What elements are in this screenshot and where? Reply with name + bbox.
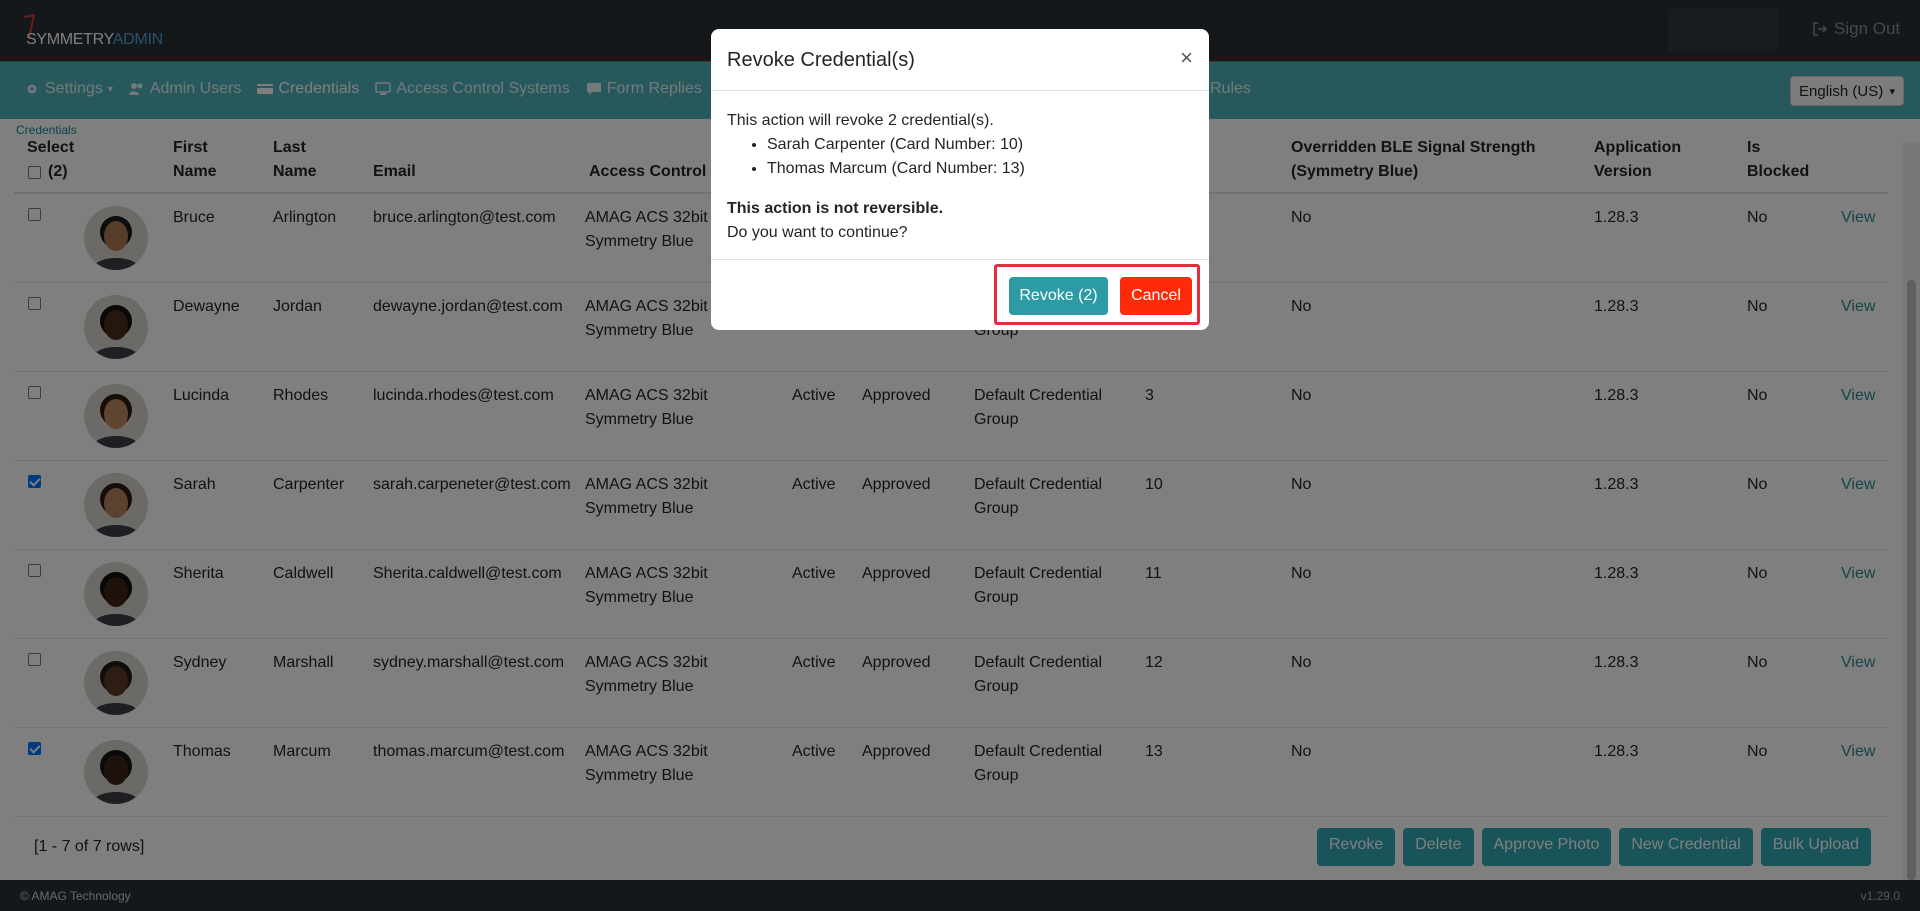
- modal-intro: This action will revoke 2 credential(s).: [727, 112, 994, 129]
- confirm-revoke-button[interactable]: Revoke (2): [1009, 277, 1108, 315]
- revoke-list-item: Thomas Marcum (Card Number: 13): [767, 157, 1187, 181]
- modal-footer: Revoke (2) Cancel: [711, 259, 1209, 330]
- cancel-button[interactable]: Cancel: [1120, 277, 1192, 315]
- modal-title: Revoke Credential(s): [727, 49, 915, 71]
- revoke-modal: Revoke Credential(s) × This action will …: [711, 29, 1209, 330]
- modal-body: This action will revoke 2 credential(s).…: [727, 109, 1187, 245]
- close-icon[interactable]: ×: [1180, 45, 1193, 71]
- modal-warning: This action is not reversible.: [727, 200, 944, 217]
- revoke-list: Sarah Carpenter (Card Number: 10) Thomas…: [767, 133, 1187, 181]
- revoke-list-item: Sarah Carpenter (Card Number: 10): [767, 133, 1187, 157]
- modal-question: Do you want to continue?: [727, 224, 908, 241]
- modal-header: Revoke Credential(s) ×: [711, 29, 1209, 91]
